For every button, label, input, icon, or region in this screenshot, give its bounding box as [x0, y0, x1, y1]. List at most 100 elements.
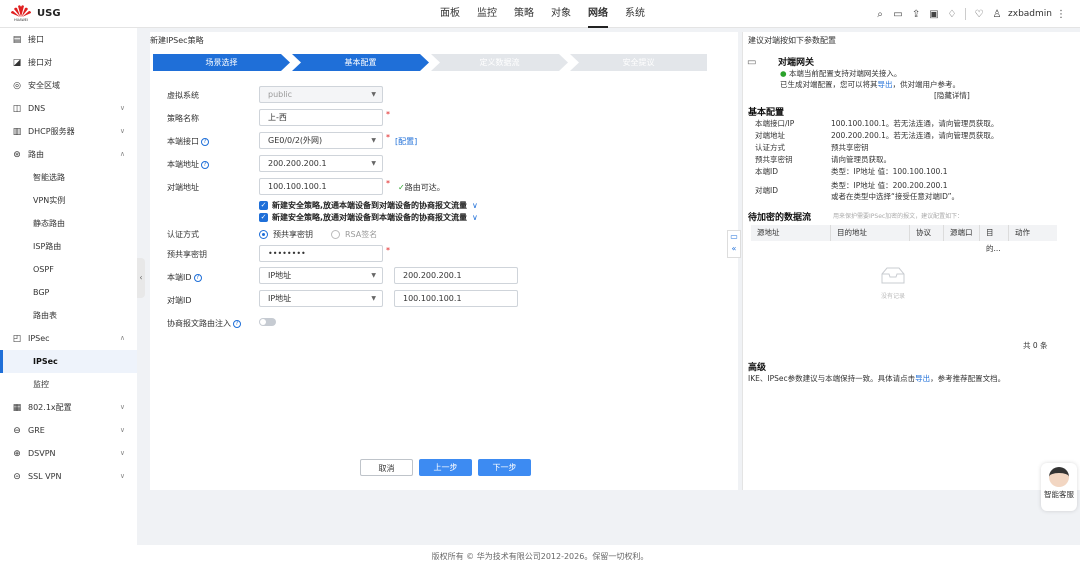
terminal-icon[interactable]: ▭: [730, 232, 738, 241]
more-icon[interactable]: ⋮: [1052, 9, 1070, 20]
nav-policy[interactable]: 策略: [514, 0, 534, 28]
username[interactable]: zxbadmin: [1008, 9, 1052, 19]
radio-selected[interactable]: [259, 230, 268, 239]
search-icon[interactable]: ⌕: [871, 9, 889, 20]
step-dataflow[interactable]: 定义数据流: [431, 54, 568, 71]
basic-config-title: 基本配置: [748, 108, 785, 118]
export-link[interactable]: 导出: [878, 80, 893, 89]
sidebar-item[interactable]: ⊕ DSVPN ∨: [0, 442, 137, 465]
config-link[interactable]: [配置]: [395, 136, 417, 147]
nav-network[interactable]: 网络: [588, 0, 608, 28]
terminal-icon[interactable]: ▭: [889, 9, 907, 20]
check-circle-icon: ●: [780, 69, 787, 78]
chevron-down-icon[interactable]: ∨: [472, 213, 478, 222]
next-button[interactable]: 下一步: [478, 459, 531, 476]
help-icon[interactable]: ?: [233, 319, 241, 328]
empty-box-icon: [881, 267, 905, 284]
panel-toggle[interactable]: ▭ «: [727, 230, 741, 258]
col-header[interactable]: 动作: [1009, 225, 1057, 241]
sidebar-item[interactable]: ⊝ SSL VPN ∨: [0, 465, 137, 488]
sidebar-item[interactable]: OSPF: [0, 258, 137, 281]
hide-details-link[interactable]: [隐藏详情]: [934, 90, 970, 101]
nav-dashboard[interactable]: 面板: [440, 0, 460, 28]
radio-unselected[interactable]: [331, 230, 340, 239]
flow-note: 用来保护需要IPSec加密的报文，建议配置如下：: [833, 213, 964, 220]
assistant-avatar-icon[interactable]: [1049, 467, 1069, 487]
step-scenario[interactable]: 场景选择: [153, 54, 290, 71]
checkbox-checked-icon[interactable]: ✓: [259, 213, 268, 222]
chevron-down-icon[interactable]: ∨: [120, 127, 125, 135]
route-inject-toggle[interactable]: [259, 318, 276, 326]
sidebar-item[interactable]: ◪ 接口对: [0, 51, 137, 74]
sidebar-item[interactable]: VPN实例: [0, 189, 137, 212]
chevron-down-icon[interactable]: ∨: [120, 449, 125, 457]
chevron-down-icon[interactable]: ∨: [120, 104, 125, 112]
chevron-down-icon[interactable]: ∨: [120, 472, 125, 480]
bell-icon[interactable]: ♢: [943, 9, 961, 20]
chevron-up-icon[interactable]: ∧: [120, 150, 125, 158]
col-header[interactable]: 源端口: [944, 225, 980, 241]
local-address-select[interactable]: 200.200.200.1 ▼: [259, 155, 383, 172]
sidebar-item[interactable]: ⊖ GRE ∨: [0, 419, 137, 442]
col-header[interactable]: 目的...: [980, 225, 1009, 253]
huawei-logo[interactable]: HUAWEI: [10, 4, 32, 24]
sidebar-item[interactable]: BGP: [0, 281, 137, 304]
sidebar-item[interactable]: IPSec: [0, 350, 137, 373]
collapse-left-icon[interactable]: «: [732, 244, 737, 253]
policy-name-input[interactable]: 上-西: [259, 109, 383, 126]
sidebar-item[interactable]: 监控: [0, 373, 137, 396]
policy-checkbox-out[interactable]: ✓ 新建安全策略,放通本端设备到对端设备的协商报文流量 ∨: [259, 200, 478, 211]
save-icon[interactable]: ▣: [925, 9, 943, 20]
auth-psk-radio[interactable]: 预共享密钥: [259, 229, 313, 240]
sidebar-item[interactable]: 智能选路: [0, 166, 137, 189]
psk-input[interactable]: ••••••••: [259, 245, 383, 262]
step-proposal[interactable]: 安全提议: [570, 54, 707, 71]
nav-monitor[interactable]: 监控: [477, 0, 497, 28]
sidebar-item[interactable]: ◫ DNS ∨: [0, 97, 137, 120]
peer-address-input[interactable]: 100.100.100.1: [259, 178, 383, 195]
sidebar-item[interactable]: ▥ DHCP服务器 ∨: [0, 120, 137, 143]
peer-id-value: 100.100.100.1: [403, 294, 462, 303]
local-id-value-input[interactable]: 200.200.200.1: [394, 267, 518, 284]
sidebar-item[interactable]: ◰ IPSec ∧: [0, 327, 137, 350]
step-label: 定义数据流: [479, 58, 520, 67]
shirt-icon[interactable]: ♡: [970, 9, 988, 20]
chevron-down-icon[interactable]: ∨: [472, 201, 478, 210]
sidebar-item[interactable]: 路由表: [0, 304, 137, 327]
help-icon[interactable]: ?: [201, 160, 209, 169]
policy-checkbox-in[interactable]: ✓ 新建安全策略,放通对端设备到本端设备的协商报文流量 ∨: [259, 212, 478, 223]
col-header[interactable]: 协议: [910, 225, 944, 241]
vsys-select[interactable]: public ▼: [259, 86, 383, 103]
nav-system[interactable]: 系统: [625, 0, 645, 28]
sidebar-item[interactable]: ▤ 接口: [0, 28, 137, 51]
nav-object[interactable]: 对象: [551, 0, 571, 28]
sidebar-item[interactable]: ⊛ 路由 ∧: [0, 143, 137, 166]
sidebar-item[interactable]: ▦ 802.1x配置 ∨: [0, 396, 137, 419]
smart-assistant[interactable]: 智能客服: [1041, 463, 1077, 511]
sidebar-item[interactable]: 静态路由: [0, 212, 137, 235]
user-icon[interactable]: ♙: [988, 9, 1006, 20]
sidebar-collapse-handle[interactable]: ‹: [137, 258, 145, 298]
chevron-up-icon[interactable]: ∧: [120, 334, 125, 342]
cancel-button[interactable]: 取消: [360, 459, 413, 476]
local-interface-select[interactable]: GE0/0/2(外网) ▼: [259, 132, 383, 149]
gateway-export-line: 已生成对端配置，您可以将其导出，供对端用户参考。: [780, 79, 960, 90]
checkbox-checked-icon[interactable]: ✓: [259, 201, 268, 210]
peer-id-value-input[interactable]: 100.100.100.1: [394, 290, 518, 307]
help-icon[interactable]: ?: [193, 273, 202, 282]
footer: 版权所有 © 华为技术有限公司2012-2026。保留一切权利。: [0, 545, 1080, 568]
sidebar-item[interactable]: ISP路由: [0, 235, 137, 258]
col-header[interactable]: 源地址: [751, 225, 831, 241]
local-id-type-select[interactable]: IP地址 ▼: [259, 267, 383, 284]
advanced-export-link[interactable]: 导出: [915, 374, 930, 383]
help-icon[interactable]: ?: [201, 137, 209, 146]
chevron-down-icon[interactable]: ∨: [120, 403, 125, 411]
step-basic[interactable]: 基本配置: [292, 54, 429, 71]
upload-icon[interactable]: ⇪: [907, 9, 925, 20]
chevron-down-icon[interactable]: ∨: [120, 426, 125, 434]
auth-rsa-radio[interactable]: RSA签名: [331, 229, 377, 240]
sidebar-item[interactable]: ◎ 安全区域: [0, 74, 137, 97]
prev-button[interactable]: 上一步: [419, 459, 472, 476]
col-header[interactable]: 目的地址: [831, 225, 910, 241]
peer-id-type-select[interactable]: IP地址 ▼: [259, 290, 383, 307]
